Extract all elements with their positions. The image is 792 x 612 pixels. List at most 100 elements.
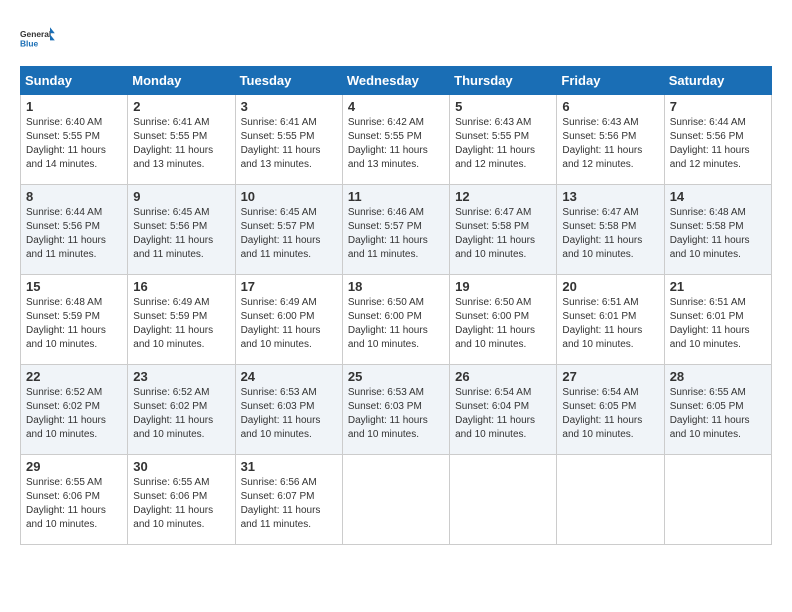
day-info: Sunrise: 6:56 AMSunset: 6:07 PMDaylight:… xyxy=(241,476,337,532)
svg-text:Blue: Blue xyxy=(20,38,39,48)
day-number: 22 xyxy=(26,369,122,384)
day-info: Sunrise: 6:41 AMSunset: 5:55 PMDaylight:… xyxy=(133,116,229,172)
day-cell-27: 27 Sunrise: 6:54 AMSunset: 6:05 PMDayligh… xyxy=(557,365,664,455)
day-cell-23: 23Sunrise: 6:52 AMSunset: 6:02 PMDayligh… xyxy=(128,365,235,455)
page-header: General Blue xyxy=(20,20,772,56)
day-info: Sunrise: 6:53 AMSunset: 6:03 PMDaylight:… xyxy=(348,386,444,442)
day-cell-3: 3 Sunrise: 6:41 AMSunset: 5:55 PMDaylight… xyxy=(235,95,342,185)
col-header-monday: Monday xyxy=(128,67,235,95)
day-info: Sunrise: 6:44 AMSunset: 5:56 PMDaylight:… xyxy=(26,206,122,262)
day-cell-1: 1Sunrise: 6:40 AMSunset: 5:55 PMDaylight… xyxy=(21,95,128,185)
day-cell-12: 12 Sunrise: 6:47 AMSunset: 5:58 PMDayligh… xyxy=(450,185,557,275)
calendar-week-1: 1Sunrise: 6:40 AMSunset: 5:55 PMDaylight… xyxy=(21,95,772,185)
day-number: 3 xyxy=(241,99,337,114)
day-number: 18 xyxy=(348,279,444,294)
day-info: Sunrise: 6:43 AMSunset: 5:56 PMDaylight:… xyxy=(562,116,658,172)
day-cell-19: 19Sunrise: 6:50 AMSunset: 6:00 PMDayligh… xyxy=(450,275,557,365)
empty-cell xyxy=(450,455,557,545)
empty-cell xyxy=(664,455,771,545)
day-number: 5 xyxy=(455,99,551,114)
day-info: Sunrise: 6:51 AMSunset: 6:01 PMDaylight:… xyxy=(670,296,766,352)
col-header-tuesday: Tuesday xyxy=(235,67,342,95)
day-info: Sunrise: 6:49 AMSunset: 5:59 PMDaylight:… xyxy=(133,296,229,352)
logo-svg: General Blue xyxy=(20,20,56,56)
day-number: 12 xyxy=(455,189,551,204)
day-number: 14 xyxy=(670,189,766,204)
day-number: 6 xyxy=(562,99,658,114)
day-info: Sunrise: 6:47 AMSunset: 5:58 PMDaylight:… xyxy=(455,206,551,262)
day-number: 4 xyxy=(348,99,444,114)
svg-text:General: General xyxy=(20,29,51,39)
day-cell-7: 7 Sunrise: 6:44 AMSunset: 5:56 PMDaylight… xyxy=(664,95,771,185)
day-info: Sunrise: 6:44 AMSunset: 5:56 PMDaylight:… xyxy=(670,116,766,172)
day-number: 26 xyxy=(455,369,551,384)
day-number: 7 xyxy=(670,99,766,114)
day-info: Sunrise: 6:49 AMSunset: 6:00 PMDaylight:… xyxy=(241,296,337,352)
day-cell-2: 2 Sunrise: 6:41 AMSunset: 5:55 PMDaylight… xyxy=(128,95,235,185)
day-number: 31 xyxy=(241,459,337,474)
day-info: Sunrise: 6:53 AMSunset: 6:03 PMDaylight:… xyxy=(241,386,337,442)
day-info: Sunrise: 6:41 AMSunset: 5:55 PMDaylight:… xyxy=(241,116,337,172)
day-number: 21 xyxy=(670,279,766,294)
day-number: 25 xyxy=(348,369,444,384)
day-info: Sunrise: 6:46 AMSunset: 5:57 PMDaylight:… xyxy=(348,206,444,262)
day-cell-25: 25 Sunrise: 6:53 AMSunset: 6:03 PMDayligh… xyxy=(342,365,449,455)
day-cell-29: 29 Sunrise: 6:55 AMSunset: 6:06 PMDayligh… xyxy=(21,455,128,545)
day-cell-20: 20 Sunrise: 6:51 AMSunset: 6:01 PMDayligh… xyxy=(557,275,664,365)
day-number: 24 xyxy=(241,369,337,384)
day-number: 11 xyxy=(348,189,444,204)
day-cell-9: 9 Sunrise: 6:45 AMSunset: 5:56 PMDaylight… xyxy=(128,185,235,275)
day-info: Sunrise: 6:47 AMSunset: 5:58 PMDaylight:… xyxy=(562,206,658,262)
day-info: Sunrise: 6:48 AMSunset: 5:58 PMDaylight:… xyxy=(670,206,766,262)
day-cell-13: 13 Sunrise: 6:47 AMSunset: 5:58 PMDayligh… xyxy=(557,185,664,275)
col-header-sunday: Sunday xyxy=(21,67,128,95)
day-number: 10 xyxy=(241,189,337,204)
day-info: Sunrise: 6:55 AMSunset: 6:05 PMDaylight:… xyxy=(670,386,766,442)
day-info: Sunrise: 6:55 AMSunset: 6:06 PMDaylight:… xyxy=(26,476,122,532)
col-header-saturday: Saturday xyxy=(664,67,771,95)
day-number: 1 xyxy=(26,99,122,114)
col-header-friday: Friday xyxy=(557,67,664,95)
day-cell-18: 18Sunrise: 6:50 AMSunset: 6:00 PMDayligh… xyxy=(342,275,449,365)
day-number: 16 xyxy=(133,279,229,294)
day-number: 29 xyxy=(26,459,122,474)
calendar-week-2: 8Sunrise: 6:44 AMSunset: 5:56 PMDaylight… xyxy=(21,185,772,275)
calendar-week-4: 22 Sunrise: 6:52 AMSunset: 6:02 PMDayligh… xyxy=(21,365,772,455)
calendar-week-3: 15 Sunrise: 6:48 AMSunset: 5:59 PMDayligh… xyxy=(21,275,772,365)
calendar-week-5: 29 Sunrise: 6:55 AMSunset: 6:06 PMDayligh… xyxy=(21,455,772,545)
day-number: 15 xyxy=(26,279,122,294)
day-info: Sunrise: 6:55 AMSunset: 6:06 PMDaylight:… xyxy=(133,476,229,532)
day-number: 20 xyxy=(562,279,658,294)
day-cell-24: 24 Sunrise: 6:53 AMSunset: 6:03 PMDayligh… xyxy=(235,365,342,455)
day-number: 30 xyxy=(133,459,229,474)
day-cell-14: 14 Sunrise: 6:48 AMSunset: 5:58 PMDayligh… xyxy=(664,185,771,275)
day-info: Sunrise: 6:52 AMSunset: 6:02 PMDaylight:… xyxy=(26,386,122,442)
day-number: 2 xyxy=(133,99,229,114)
day-number: 27 xyxy=(562,369,658,384)
calendar-header-row: SundayMondayTuesdayWednesdayThursdayFrid… xyxy=(21,67,772,95)
day-info: Sunrise: 6:52 AMSunset: 6:02 PMDaylight:… xyxy=(133,386,229,442)
day-cell-17: 17 Sunrise: 6:49 AMSunset: 6:00 PMDayligh… xyxy=(235,275,342,365)
day-info: Sunrise: 6:48 AMSunset: 5:59 PMDaylight:… xyxy=(26,296,122,352)
empty-cell xyxy=(557,455,664,545)
day-cell-16: 16 Sunrise: 6:49 AMSunset: 5:59 PMDayligh… xyxy=(128,275,235,365)
day-info: Sunrise: 6:45 AMSunset: 5:57 PMDaylight:… xyxy=(241,206,337,262)
day-cell-8: 8Sunrise: 6:44 AMSunset: 5:56 PMDaylight… xyxy=(21,185,128,275)
day-number: 17 xyxy=(241,279,337,294)
day-cell-5: 5Sunrise: 6:43 AMSunset: 5:55 PMDaylight… xyxy=(450,95,557,185)
day-info: Sunrise: 6:54 AMSunset: 6:05 PMDaylight:… xyxy=(562,386,658,442)
day-cell-6: 6 Sunrise: 6:43 AMSunset: 5:56 PMDaylight… xyxy=(557,95,664,185)
day-info: Sunrise: 6:45 AMSunset: 5:56 PMDaylight:… xyxy=(133,206,229,262)
day-info: Sunrise: 6:54 AMSunset: 6:04 PMDaylight:… xyxy=(455,386,551,442)
day-number: 28 xyxy=(670,369,766,384)
empty-cell xyxy=(342,455,449,545)
logo: General Blue xyxy=(20,20,56,56)
day-cell-11: 11 Sunrise: 6:46 AMSunset: 5:57 PMDayligh… xyxy=(342,185,449,275)
day-number: 13 xyxy=(562,189,658,204)
calendar-table: SundayMondayTuesdayWednesdayThursdayFrid… xyxy=(20,66,772,545)
day-number: 9 xyxy=(133,189,229,204)
day-number: 19 xyxy=(455,279,551,294)
day-info: Sunrise: 6:51 AMSunset: 6:01 PMDaylight:… xyxy=(562,296,658,352)
day-cell-22: 22 Sunrise: 6:52 AMSunset: 6:02 PMDayligh… xyxy=(21,365,128,455)
day-cell-15: 15 Sunrise: 6:48 AMSunset: 5:59 PMDayligh… xyxy=(21,275,128,365)
